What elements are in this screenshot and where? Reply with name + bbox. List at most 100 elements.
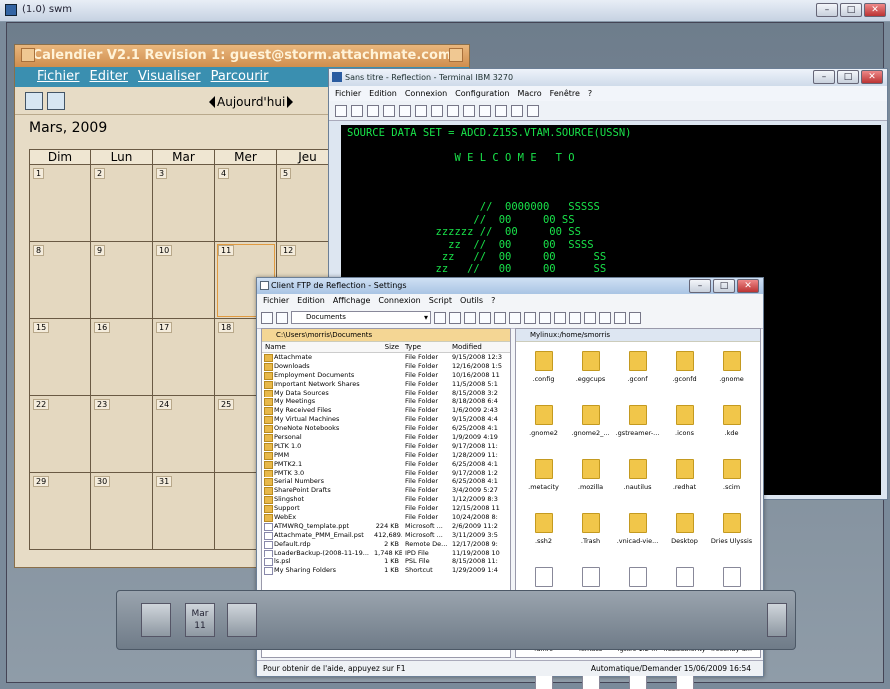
- next-arrow-icon[interactable]: [287, 96, 294, 108]
- ftp-menu-item[interactable]: Outils: [460, 294, 483, 307]
- local-file-row[interactable]: PMM File Folder 1/28/2009 11:: [262, 451, 510, 460]
- maximize-button[interactable]: □: [837, 70, 859, 84]
- remote-item[interactable]: .nautilus: [614, 453, 661, 507]
- terminal-menu-item[interactable]: ?: [588, 86, 592, 101]
- ftp-menu-item[interactable]: Script: [429, 294, 452, 307]
- keyboard-icon[interactable]: [511, 104, 523, 117]
- transfer-icon[interactable]: [464, 311, 476, 324]
- remote-item[interactable]: Dries Ulyssis: [708, 507, 755, 561]
- col-name[interactable]: Name: [262, 342, 374, 352]
- minimize-button[interactable]: –: [813, 70, 835, 84]
- local-file-row[interactable]: Employment Documents File Folder 10/16/200…: [262, 371, 510, 380]
- calendar-day-cell[interactable]: 10: [153, 242, 215, 319]
- terminal-title-bar[interactable]: Sans titre - Reflection - Terminal IBM 3…: [329, 69, 887, 86]
- edit-icon[interactable]: [47, 91, 65, 110]
- close-button[interactable]: ✕: [861, 70, 883, 84]
- new-icon[interactable]: [335, 104, 347, 117]
- clock-icon[interactable]: [25, 91, 43, 110]
- calendar-day-cell[interactable]: 15: [29, 319, 91, 396]
- terminal-menu-item[interactable]: Edition: [369, 86, 397, 101]
- calendar-day-cell[interactable]: 29: [29, 473, 91, 550]
- help-icon[interactable]: [527, 104, 539, 117]
- col-size[interactable]: Size: [374, 342, 402, 352]
- ftp-menu-item[interactable]: Edition: [297, 294, 325, 307]
- dock-trash-icon[interactable]: [767, 603, 787, 637]
- menu-parcourir[interactable]: Parcourir: [211, 67, 269, 87]
- connect-icon[interactable]: [431, 104, 443, 117]
- menu-fichier[interactable]: Fichier: [37, 67, 80, 87]
- calendar-day-cell[interactable]: 8: [29, 242, 91, 319]
- local-file-row[interactable]: Downloads File Folder 12/16/2008 1:5: [262, 362, 510, 371]
- local-file-row[interactable]: Personal File Folder 1/9/2009 4:19: [262, 433, 510, 442]
- properties-icon[interactable]: [539, 311, 551, 324]
- help-icon[interactable]: [629, 311, 641, 324]
- remote-item[interactable]: .kde: [708, 399, 755, 453]
- local-file-row[interactable]: PMTK 3.0 File Folder 9/17/2008 1:2: [262, 469, 510, 478]
- local-file-row[interactable]: OneNote Notebooks File Folder 6/25/2008 4:…: [262, 424, 510, 434]
- dock-calendar-icon[interactable]: Mar 11: [185, 603, 215, 637]
- remote-item[interactable]: .config: [520, 345, 567, 399]
- terminal-menu-item[interactable]: Fenêtre: [550, 86, 580, 101]
- remote-item[interactable]: .redhat: [661, 453, 708, 507]
- window-menu-icon[interactable]: [21, 48, 35, 62]
- terminal-menu-item[interactable]: Macro: [517, 86, 541, 101]
- remote-item[interactable]: .gnome2_...: [567, 399, 614, 453]
- ftp-menu-item[interactable]: Connexion: [378, 294, 420, 307]
- local-path[interactable]: C:\Users\morris\Documents: [262, 329, 510, 342]
- local-file-row[interactable]: Attachmate_PMM_Email.pst412,689...Micros…: [262, 531, 510, 540]
- paste-icon[interactable]: [509, 311, 521, 324]
- play-icon[interactable]: [479, 104, 491, 117]
- remote-item[interactable]: .gstreamer-...: [614, 399, 661, 453]
- view-details-icon[interactable]: [614, 311, 626, 324]
- remote-item[interactable]: Desktop: [661, 507, 708, 561]
- copy-icon[interactable]: [399, 104, 411, 117]
- remote-item[interactable]: .metacity: [520, 453, 567, 507]
- local-file-row[interactable]: Default.rdp 2 KB Remote De... 12/17/2008 9:: [262, 540, 510, 549]
- local-file-row[interactable]: My Virtual Machines File Folder 9/15/2008 …: [262, 415, 510, 425]
- remote-item[interactable]: .mozilla: [567, 453, 614, 507]
- remote-path[interactable]: Mylinux:/home/smorris: [516, 329, 760, 342]
- settings-icon[interactable]: [447, 104, 459, 117]
- close-button[interactable]: ✕: [864, 3, 886, 17]
- calendar-day-cell[interactable]: 30: [91, 473, 153, 550]
- local-file-row[interactable]: My Meetings File Folder 8/18/2008 6:4: [262, 397, 510, 407]
- dock-files-icon[interactable]: [227, 603, 257, 637]
- local-file-row[interactable]: Serial Numbers File Folder 6/25/2008 4:1: [262, 477, 510, 487]
- minimize-button[interactable]: –: [816, 3, 838, 17]
- local-file-row[interactable]: PLTK 1.0 File Folder 9/17/2008 11:: [262, 442, 510, 451]
- terminal-menu-item[interactable]: Configuration: [455, 86, 509, 101]
- today-button[interactable]: Aujourd'hui: [217, 95, 285, 109]
- remote-item[interactable]: .gnome: [708, 345, 755, 399]
- ftp-menu-item[interactable]: ?: [491, 294, 495, 307]
- open-folder-icon[interactable]: [261, 311, 273, 324]
- maximize-button[interactable]: □: [840, 3, 862, 17]
- minimize-button[interactable]: –: [689, 279, 711, 293]
- maximize-button[interactable]: □: [713, 279, 735, 293]
- ftp-title-bar[interactable]: Client FTP de Reflection - Settings – □ …: [257, 278, 763, 294]
- calendar-day-cell[interactable]: 4: [215, 165, 277, 242]
- view-icons-icon[interactable]: [584, 311, 596, 324]
- local-folder-combo[interactable]: Documents: [291, 311, 431, 324]
- local-file-row[interactable]: Important Network Shares File Folder 11/5/…: [262, 380, 510, 389]
- menu-visualiser[interactable]: Visualiser: [138, 67, 201, 87]
- local-file-row[interactable]: PMTK2.1 File Folder 6/25/2008 4:1: [262, 460, 510, 469]
- local-file-row[interactable]: LoaderBackup-(2008-11-19... 1,748 KB IPD F…: [262, 549, 510, 558]
- remote-item[interactable]: .icons: [661, 399, 708, 453]
- remote-item[interactable]: .ssh2: [520, 507, 567, 561]
- calendar-day-cell[interactable]: 1: [29, 165, 91, 242]
- paste-icon[interactable]: [415, 104, 427, 117]
- local-file-row[interactable]: My Data Sources File Folder 8/15/2008 3:2: [262, 389, 510, 398]
- local-file-row[interactable]: My Received Files File Folder 1/6/2009 2:4…: [262, 406, 510, 416]
- remote-item[interactable]: .scim: [708, 453, 755, 507]
- remote-item[interactable]: .gnome2: [520, 399, 567, 453]
- local-file-row[interactable]: ls.psl 1 KB PSL File 8/15/2008 11:: [262, 557, 510, 567]
- open-icon[interactable]: [351, 104, 363, 117]
- local-file-row[interactable]: My Sharing Folders 1 KB Shortcut 1/29/2009 …: [262, 566, 510, 576]
- view-list-icon[interactable]: [599, 311, 611, 324]
- calendar-day-cell[interactable]: 24: [153, 396, 215, 473]
- remote-item[interactable]: .eggcups: [567, 345, 614, 399]
- remote-item[interactable]: .vnicad-vie...: [614, 507, 661, 561]
- up-folder-icon[interactable]: [434, 311, 446, 324]
- new-folder-icon[interactable]: [449, 311, 461, 324]
- local-file-row[interactable]: WebEx File Folder 10/24/2008 8:: [262, 513, 510, 522]
